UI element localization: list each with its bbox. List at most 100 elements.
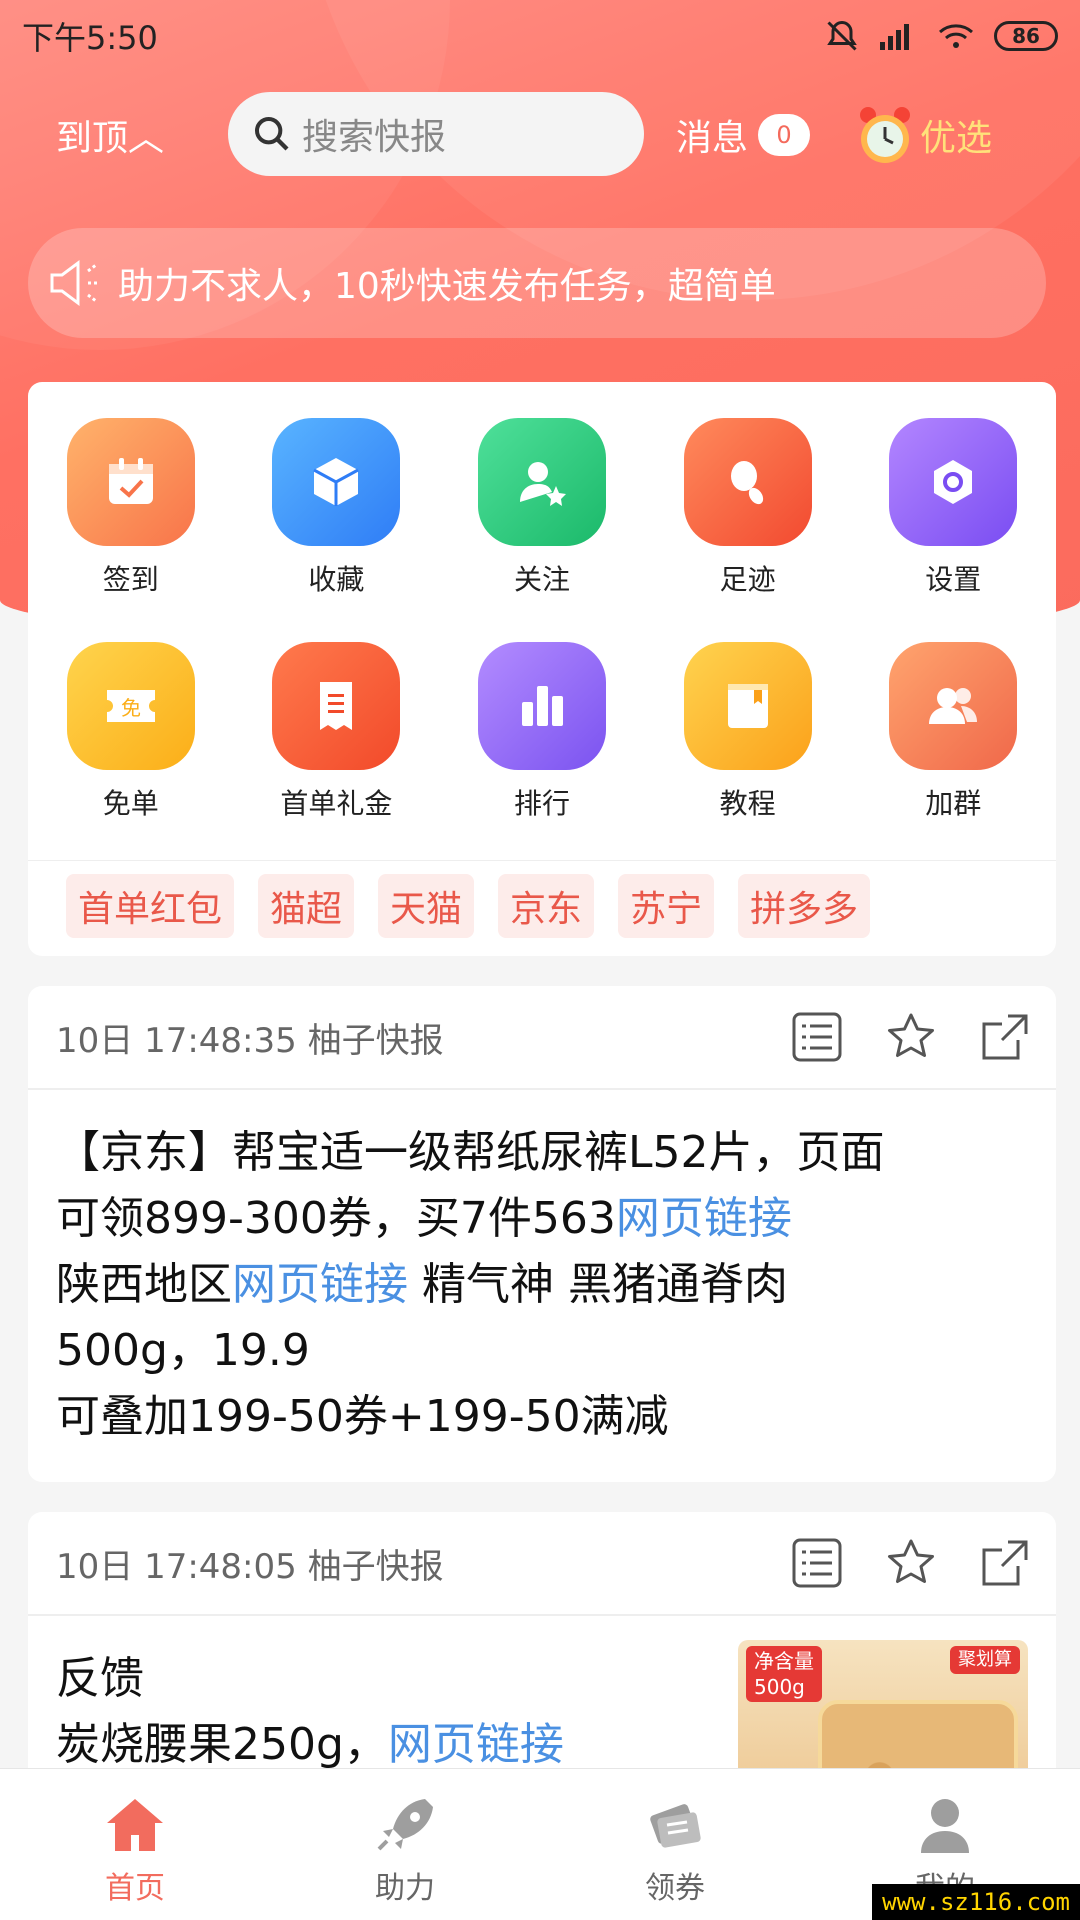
tag-pinduoduo[interactable]: 拼多多 bbox=[738, 874, 871, 938]
tab-assist[interactable]: 助力 bbox=[270, 1769, 540, 1920]
shortcut-checkin[interactable]: 签到 bbox=[28, 418, 234, 598]
calendar-check-icon bbox=[66, 418, 195, 546]
star-icon[interactable] bbox=[884, 1536, 938, 1590]
share-icon[interactable] bbox=[978, 1010, 1032, 1064]
feed-card-header: 10日 17:48:35 柚子快报 bbox=[28, 986, 1056, 1090]
status-bar: 下午5:50 86 bbox=[0, 0, 1080, 72]
shortcut-label: 收藏 bbox=[308, 563, 365, 596]
feed-line: 陕西地区网页链接 精气神 黑猪通脊肉 bbox=[56, 1252, 1028, 1318]
shortcut-label: 免单 bbox=[102, 787, 159, 820]
cube-icon bbox=[272, 418, 401, 546]
shortcut-grid: 签到 收藏 关注 足迹 设置 免 免单 首单礼金 排行 教程 加群 bbox=[28, 418, 1056, 822]
tab-coupons[interactable]: 领券 bbox=[540, 1769, 810, 1920]
feed-line: 500g，19.9 bbox=[56, 1325, 310, 1376]
hexagon-settings-icon bbox=[889, 418, 1018, 546]
receipt-icon bbox=[272, 642, 401, 770]
divider bbox=[28, 860, 1056, 861]
web-link[interactable]: 网页链接 bbox=[616, 1193, 792, 1244]
shortcut-first-order-gift[interactable]: 首单礼金 bbox=[234, 642, 440, 822]
list-icon[interactable] bbox=[790, 1536, 844, 1590]
mute-bell-icon bbox=[827, 20, 857, 51]
tab-label: 领券 bbox=[645, 1871, 705, 1906]
user-icon bbox=[921, 1799, 969, 1853]
messages-count-badge: 0 bbox=[758, 114, 811, 156]
tag-suning[interactable]: 苏宁 bbox=[618, 874, 715, 938]
feed-actions bbox=[790, 1010, 1032, 1064]
shortcut-label: 签到 bbox=[102, 563, 159, 596]
feed-actions bbox=[790, 1536, 1032, 1590]
shortcut-card: 签到 收藏 关注 足迹 设置 免 免单 首单礼金 排行 教程 加群 首单红包 猫… bbox=[28, 382, 1056, 956]
tag-first-order-redpacket[interactable]: 首单红包 bbox=[66, 874, 235, 938]
back-to-top-button[interactable]: 到顶︿ bbox=[56, 109, 164, 161]
star-icon[interactable] bbox=[884, 1010, 938, 1064]
announcement-bar[interactable]: 助力不求人，10秒快速发布任务，超简单 bbox=[28, 228, 1046, 338]
battery-indicator: 86 bbox=[994, 21, 1058, 51]
feed-meta: 10日 17:48:05 柚子快报 bbox=[56, 1546, 444, 1587]
shortcut-follow[interactable]: 关注 bbox=[439, 418, 645, 598]
book-icon bbox=[683, 642, 812, 770]
search-icon bbox=[255, 116, 289, 151]
tab-home[interactable]: 首页 bbox=[0, 1769, 270, 1920]
alarm-clock-icon bbox=[860, 107, 910, 163]
tag-tmall[interactable]: 天猫 bbox=[378, 874, 475, 938]
feed-text: 陕西地区 bbox=[56, 1259, 232, 1310]
ticket-free-icon: 免 bbox=[66, 642, 195, 770]
group-users-icon bbox=[889, 642, 1018, 770]
shortcut-favorites[interactable]: 收藏 bbox=[234, 418, 440, 598]
top-nav: 到顶︿ 搜索快报 消息 0 优选 bbox=[0, 92, 1080, 178]
shortcut-free-order[interactable]: 免 免单 bbox=[28, 642, 234, 822]
status-time: 下午5:50 bbox=[22, 19, 158, 57]
status-icons: 86 bbox=[824, 18, 1058, 54]
rocket-icon bbox=[377, 1799, 433, 1851]
shortcut-label: 排行 bbox=[513, 787, 570, 820]
shortcut-settings[interactable]: 设置 bbox=[850, 418, 1056, 598]
youxuan-button[interactable]: 优选 bbox=[856, 103, 992, 167]
thumb-weight-tag: 净含量 500g bbox=[746, 1646, 822, 1702]
feed-line: 可叠加199-50券+199-50满减 bbox=[56, 1391, 669, 1442]
messages-button[interactable]: 消息 0 bbox=[676, 109, 811, 161]
list-icon[interactable] bbox=[790, 1010, 844, 1064]
feed-content: 【京东】帮宝适一级帮纸尿裤L52片，页面 可领899-300券，买7件563网页… bbox=[28, 1090, 1056, 1470]
shortcut-label: 足迹 bbox=[719, 563, 776, 596]
shortcut-ranking[interactable]: 排行 bbox=[439, 642, 645, 822]
shortcut-join-group[interactable]: 加群 bbox=[850, 642, 1056, 822]
wifi-icon bbox=[939, 24, 973, 48]
shortcut-footprint[interactable]: 足迹 bbox=[645, 418, 851, 598]
web-link[interactable]: 网页链接 bbox=[232, 1259, 408, 1310]
signal-icon bbox=[880, 24, 909, 50]
feed-card-header: 10日 17:48:05 柚子快报 bbox=[28, 1512, 1056, 1616]
feed-meta: 10日 17:48:35 柚子快报 bbox=[56, 1020, 444, 1061]
shortcut-label: 首单礼金 bbox=[280, 787, 393, 820]
feed-line: 可领899-300券，买7件563网页链接 bbox=[56, 1186, 1028, 1252]
category-tags: 首单红包 猫超 天猫 京东 苏宁 拼多多 bbox=[66, 874, 871, 938]
home-icon bbox=[107, 1799, 163, 1851]
search-placeholder: 搜索快报 bbox=[302, 117, 447, 158]
shortcut-tutorial[interactable]: 教程 bbox=[645, 642, 851, 822]
shortcut-label: 加群 bbox=[925, 787, 982, 820]
messages-label: 消息 bbox=[676, 118, 749, 159]
tag-tmall-supermarket[interactable]: 猫超 bbox=[258, 874, 355, 938]
search-input[interactable]: 搜索快报 bbox=[228, 92, 644, 176]
svg-text:免: 免 bbox=[121, 696, 141, 720]
feed-text: 精气神 黑猪通脊肉 bbox=[408, 1259, 788, 1310]
web-link[interactable]: 网页链接 bbox=[388, 1719, 564, 1770]
youxuan-label: 优选 bbox=[920, 118, 993, 159]
shortcut-label: 设置 bbox=[925, 563, 982, 596]
tag-jd[interactable]: 京东 bbox=[498, 874, 595, 938]
speaker-icon bbox=[50, 260, 98, 306]
feed-text: 炭烧腰果250g， bbox=[56, 1719, 388, 1770]
shortcut-label: 教程 bbox=[719, 787, 776, 820]
shortcut-label: 关注 bbox=[513, 563, 570, 596]
user-star-icon bbox=[477, 418, 606, 546]
feed-line: 【京东】帮宝适一级帮纸尿裤L52片，页面 bbox=[56, 1127, 885, 1178]
feed-card: 10日 17:48:35 柚子快报 【京东】帮宝适一级帮纸尿裤L52片，页面 可… bbox=[28, 986, 1056, 1482]
bar-chart-icon bbox=[477, 642, 606, 770]
feed-card: 10日 17:48:05 柚子快报 反馈 炭烧腰果250g，网页链接 净含量 5… bbox=[28, 1512, 1056, 1802]
tab-label: 首页 bbox=[105, 1871, 165, 1906]
tab-label: 助力 bbox=[375, 1871, 435, 1906]
announcement-text: 助力不求人，10秒快速发布任务，超简单 bbox=[118, 266, 776, 307]
share-icon[interactable] bbox=[978, 1536, 1032, 1590]
coupon-icon bbox=[650, 1804, 701, 1848]
watermark: www.sz116.com bbox=[872, 1884, 1080, 1920]
footprint-icon bbox=[683, 418, 812, 546]
